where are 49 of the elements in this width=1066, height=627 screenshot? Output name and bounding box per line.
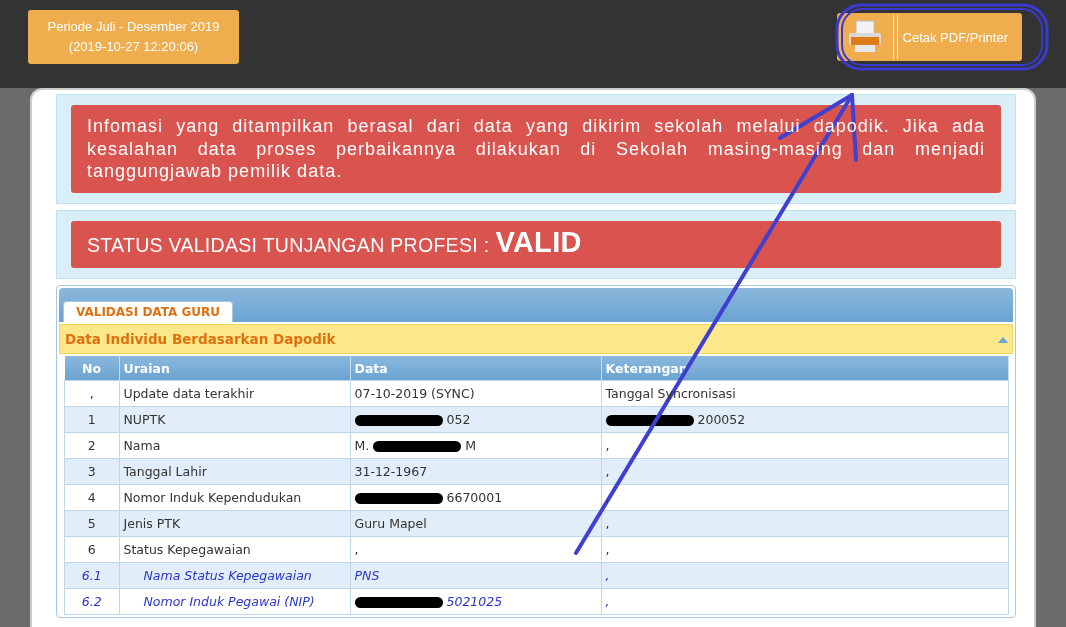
table-cell: 052 bbox=[446, 412, 471, 427]
table-cell: Status Kepegawaian bbox=[119, 536, 350, 563]
table-cell: Guru Mapel bbox=[354, 516, 427, 531]
table-cell: 6 bbox=[64, 536, 119, 563]
table-cell: 5021025 bbox=[446, 594, 503, 609]
table-cell: 31-12-1967 bbox=[354, 464, 428, 479]
period-label: Periode Juli - Desember 2019 bbox=[47, 18, 220, 36]
table-cell: , bbox=[605, 464, 610, 479]
table-cell: 2 bbox=[64, 432, 119, 459]
table-cell: , bbox=[605, 568, 610, 583]
column-header: Data bbox=[350, 356, 601, 381]
table-cell: 6.1 bbox=[64, 562, 119, 589]
status-label: STATUS VALIDASI TUNJANGAN PROFESI : bbox=[87, 233, 490, 256]
table-cell: , bbox=[605, 594, 610, 609]
table-cell: 4 bbox=[64, 484, 119, 511]
table-cell: , bbox=[605, 542, 610, 557]
timestamp: (2019-10-27 12:20:06) bbox=[68, 38, 199, 56]
printer-icon bbox=[846, 19, 883, 55]
column-header: Keterangan bbox=[601, 356, 1009, 381]
table-cell: Tanggal Lahir bbox=[119, 458, 350, 485]
table-cell: 6670001 bbox=[446, 490, 503, 505]
table-cell: 1 bbox=[64, 406, 119, 433]
table-cell: 3 bbox=[64, 458, 119, 485]
tab[interactable]: VALIDASI DATA GURU bbox=[63, 301, 234, 322]
table-cell: , bbox=[354, 542, 359, 557]
table-cell: , bbox=[64, 380, 119, 407]
table-cell: , bbox=[605, 490, 610, 505]
table-cell: PNS bbox=[354, 568, 380, 583]
table-cell: Nama bbox=[119, 432, 350, 459]
table-cell: 5 bbox=[64, 510, 119, 537]
table-cell: 07-10-2019 (SYNC) bbox=[354, 386, 475, 401]
column-header: Uraian bbox=[119, 356, 350, 381]
table-cell: , bbox=[605, 516, 610, 531]
table-cell: Nomor Induk Pegawai (NIP) bbox=[119, 588, 350, 615]
table-cell: M. bbox=[354, 438, 370, 453]
column-header: No bbox=[64, 356, 119, 381]
print-button[interactable]: Cetak PDF/Printer bbox=[836, 13, 1022, 61]
table-cell: 200052 bbox=[697, 412, 746, 427]
table-cell: 6.2 bbox=[64, 588, 119, 615]
table-cell: Nama Status Kepegawaian bbox=[119, 562, 350, 589]
table-cell: M bbox=[465, 438, 477, 453]
collapse-icon[interactable] bbox=[998, 335, 1008, 343]
table-cell: Jenis PTK bbox=[119, 510, 350, 537]
table-cell: Update data terakhir bbox=[119, 380, 350, 407]
table-cell: , bbox=[605, 438, 610, 453]
section-title: Data Individu Berdasarkan Dapodik bbox=[65, 331, 336, 347]
table-cell: Nomor Induk Kependudukan bbox=[119, 484, 350, 511]
status-value: VALID bbox=[495, 230, 582, 253]
table-cell: NUPTK bbox=[119, 406, 350, 433]
